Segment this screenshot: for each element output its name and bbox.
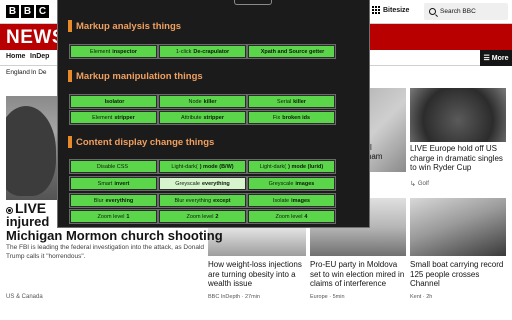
story-headline[interactable]: How weight-loss injections are turning o… — [208, 260, 304, 289]
story-headline[interactable]: Small boat carrying record 125 people cr… — [410, 260, 506, 289]
blur-everything-button[interactable]: Blur everything — [70, 194, 157, 207]
xpath-source-getter-button[interactable]: Xpath and Source getter — [248, 45, 335, 58]
story-headline[interactable]: Pro-EU party in Moldova set to win elect… — [310, 260, 406, 289]
fix-broken-ids-button[interactable]: Fix broken ids — [248, 111, 335, 124]
greyscale-everything-button[interactable]: Greyscale everything — [159, 177, 246, 190]
decrapulator-button[interactable]: 1-click De-crapulator — [159, 45, 246, 58]
serial-killer-button[interactable]: Serial killer — [248, 95, 335, 108]
subnav-indepth[interactable]: In De — [31, 69, 47, 76]
greyscale-images-button[interactable]: Greyscale images — [248, 177, 335, 190]
isolator-button[interactable]: Isolator — [70, 95, 157, 108]
popup-drag-handle[interactable] — [234, 0, 272, 5]
section-accent — [68, 70, 72, 82]
nav-indepth[interactable]: InDep — [30, 53, 49, 60]
lead-tag[interactable]: US & Canada — [6, 294, 43, 300]
live-icon — [6, 207, 13, 214]
related-icon: ↳ — [410, 181, 416, 188]
node-killer-button[interactable]: Node killer — [159, 95, 246, 108]
extension-popup: Markup analysis things Element inspector … — [57, 0, 370, 228]
more-menu-button[interactable]: ☰ More — [480, 50, 512, 66]
bbc-logo-letter: B — [21, 5, 34, 18]
nav-home[interactable]: Home — [6, 53, 25, 60]
disable-css-button[interactable]: Disable CSS — [70, 160, 157, 173]
ryder-cup-image[interactable] — [410, 88, 506, 142]
lead-headline[interactable]: Michigan Mormon church shooting — [6, 228, 223, 243]
lead-summary: The FBI is leading the federal investiga… — [6, 244, 205, 260]
search-placeholder: Search BBC — [440, 8, 476, 15]
section-title-analysis: Markup analysis things — [68, 20, 181, 32]
bitesize-label: Bitesize — [383, 6, 410, 14]
story-tag[interactable]: Europe · 5min — [310, 294, 345, 300]
section-title-display: Content display change things — [68, 136, 214, 148]
blur-everything-except-button[interactable]: Blur everything except — [159, 194, 246, 207]
more-label: More — [491, 54, 509, 62]
search-icon — [429, 8, 436, 15]
small-boat-image[interactable] — [410, 198, 506, 256]
element-stripper-button[interactable]: Element stripper — [70, 111, 157, 124]
search-bbc-box[interactable]: Search BBC — [424, 3, 508, 20]
story-tag[interactable]: Kent · 2h — [410, 294, 432, 300]
isolate-images-button[interactable]: Isolate images — [248, 194, 335, 207]
lead-headline-part[interactable]: injured — [6, 214, 49, 229]
section-accent — [68, 20, 72, 32]
story-tag[interactable]: BBC InDepth · 27min — [208, 294, 260, 300]
bbc-logo-letter: C — [36, 5, 49, 18]
ryder-cup-tag[interactable]: ↳ Golf — [410, 180, 429, 188]
smart-invert-button[interactable]: Smart invert — [70, 177, 157, 190]
zoom-level-1-button[interactable]: Zoom level 1 — [70, 210, 157, 223]
light-dark-lurid-button[interactable]: Light-dark() mode (lurid) — [248, 160, 335, 173]
bbc-logo[interactable]: B B C — [6, 5, 49, 18]
menu-icon: ☰ — [483, 55, 490, 62]
subnav-england[interactable]: England — [6, 69, 30, 76]
zoom-level-4-button[interactable]: Zoom level 4 — [248, 210, 335, 223]
ryder-cup-headline[interactable]: LIVE Europe hold off US charge in dramat… — [410, 144, 510, 173]
light-dark-bw-button[interactable]: Light-dark() mode (B/W) — [159, 160, 246, 173]
section-accent — [68, 136, 72, 148]
grid-icon — [372, 6, 380, 14]
bbc-logo-letter: B — [6, 5, 19, 18]
section-title-manipulation: Markup manipulation things — [68, 70, 203, 82]
attribute-stripper-button[interactable]: Attribute stripper — [159, 111, 246, 124]
zoom-level-2-button[interactable]: Zoom level 2 — [159, 210, 246, 223]
element-inspector-button[interactable]: Element inspector — [70, 45, 157, 58]
bitesize-link[interactable]: Bitesize — [372, 6, 409, 14]
